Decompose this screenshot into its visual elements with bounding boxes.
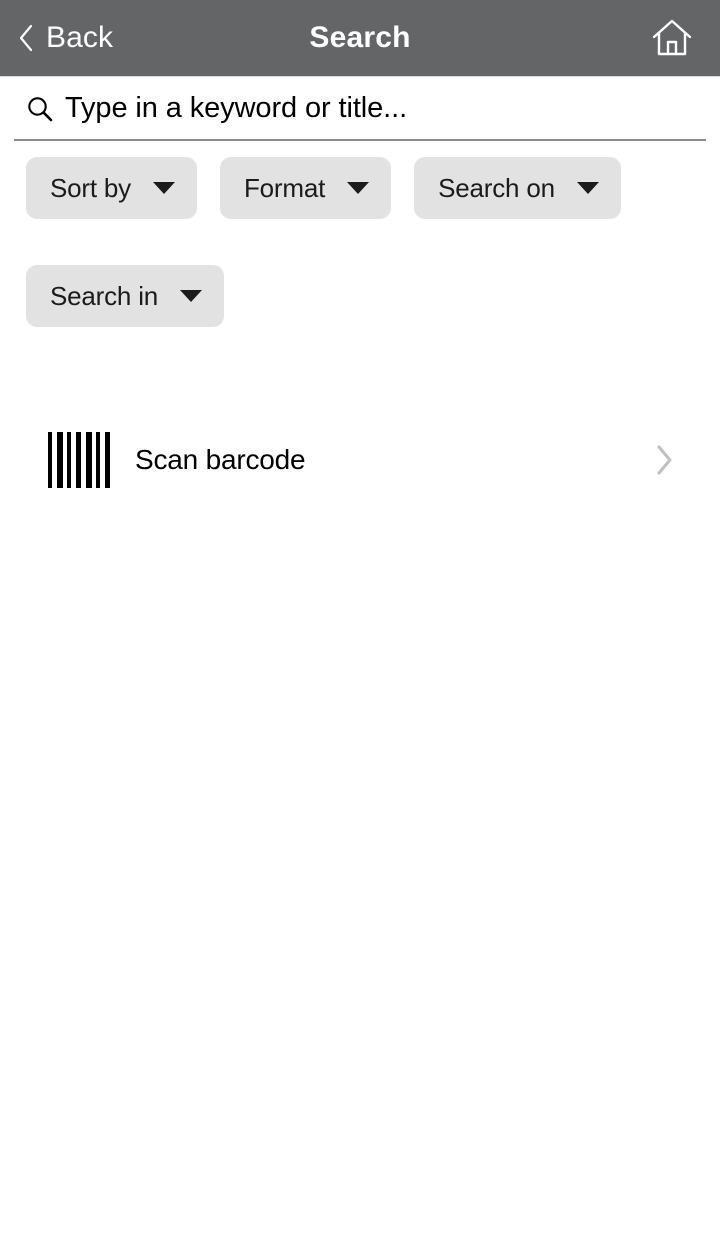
home-icon	[652, 19, 692, 56]
search-icon	[28, 96, 53, 121]
header-divider	[0, 76, 720, 77]
filter-chip-group: Sort by Format Search on Search in	[26, 157, 686, 327]
scan-barcode-label: Scan barcode	[135, 444, 306, 475]
search-input-placeholder[interactable]: Type in a keyword or title...	[65, 94, 407, 123]
home-button[interactable]	[646, 12, 698, 64]
chevron-down-icon	[152, 182, 175, 194]
filter-chip-sort-by[interactable]: Sort by	[26, 157, 197, 219]
back-button[interactable]: Back	[10, 8, 121, 68]
search-field[interactable]: Type in a keyword or title...	[14, 78, 706, 141]
chevron-left-icon	[19, 24, 33, 52]
app-header: Back Search	[0, 0, 720, 76]
chevron-right-icon	[657, 445, 672, 475]
filter-chip-format[interactable]: Format	[219, 157, 392, 219]
chevron-down-icon	[180, 290, 203, 302]
filter-chip-search-in[interactable]: Search in	[26, 265, 225, 327]
filter-chip-search-on[interactable]: Search on	[414, 157, 621, 219]
chevron-down-icon	[347, 182, 370, 194]
scan-barcode-row[interactable]: Scan barcode	[0, 418, 720, 502]
search-screen: Back Search Type in a keyword or title..…	[0, 0, 720, 1245]
filter-chip-label: Search in	[50, 281, 159, 311]
chevron-down-icon	[576, 182, 599, 194]
filter-chip-label: Format	[243, 173, 326, 203]
back-label: Back	[46, 21, 114, 54]
results-empty-area	[0, 502, 720, 1245]
filter-chip-label: Search on	[438, 173, 555, 203]
barcode-icon	[48, 432, 110, 488]
filter-chip-label: Sort by	[50, 173, 131, 203]
